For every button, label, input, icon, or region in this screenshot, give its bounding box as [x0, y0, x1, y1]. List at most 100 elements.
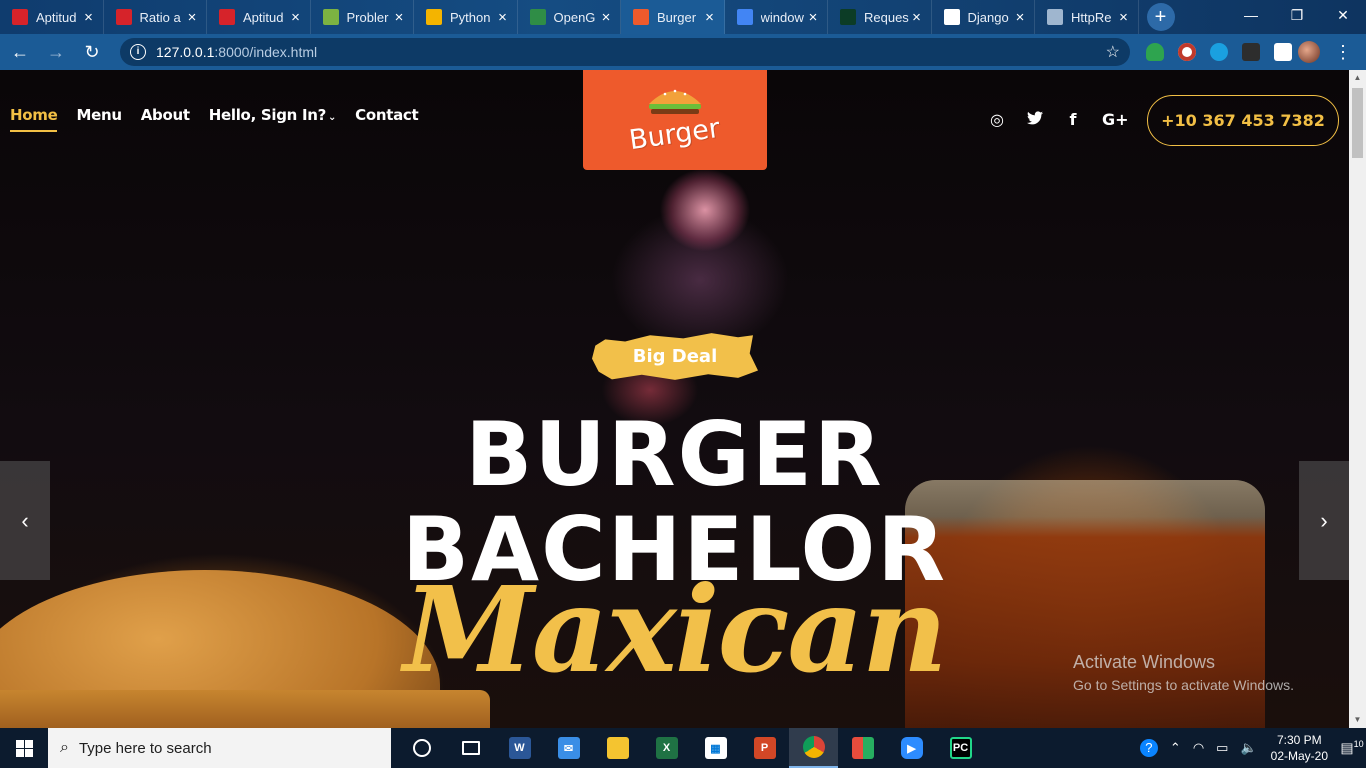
- tab-title: window: [760, 9, 804, 25]
- forward-icon[interactable]: →: [40, 42, 72, 63]
- browser-tab[interactable]: Probler ×: [311, 0, 414, 34]
- browser-tab[interactable]: Python ×: [414, 0, 518, 34]
- help-icon[interactable]: ?: [1139, 739, 1158, 757]
- django-icon: [840, 9, 856, 25]
- notification-center-icon[interactable]: ▤10: [1338, 739, 1366, 757]
- new-tab-button[interactable]: +: [1146, 3, 1175, 31]
- browser-tab[interactable]: Burger ×: [621, 0, 725, 34]
- extensions-area: [1146, 43, 1292, 61]
- menu-kebab-icon[interactable]: ⋮: [1334, 42, 1352, 63]
- site-info-icon[interactable]: i: [130, 44, 146, 60]
- main-nav: Home Menu About Hello, Sign In? ⌄ Contact: [10, 106, 419, 132]
- tab-title: Ratio a: [139, 9, 181, 25]
- pycharm-icon[interactable]: PC: [936, 728, 985, 768]
- cortana-icon[interactable]: [397, 728, 446, 768]
- twitter-icon[interactable]: [1026, 110, 1044, 129]
- browser-tab[interactable]: Django ×: [932, 0, 1035, 34]
- taskbar-apps: W ✉ X ▦ P ▶ PC: [397, 728, 985, 768]
- slider-prev-button[interactable]: ‹: [0, 461, 50, 580]
- close-window-button[interactable]: ✕: [1320, 0, 1366, 30]
- close-tab-icon[interactable]: ×: [702, 9, 718, 26]
- nav-sign-in-label: Hello, Sign In?: [208, 106, 327, 124]
- logo-text: Burger: [627, 112, 723, 156]
- close-tab-icon[interactable]: ×: [909, 9, 925, 26]
- close-tab-icon[interactable]: ×: [805, 9, 821, 26]
- close-tab-icon[interactable]: ×: [288, 9, 304, 26]
- chevron-up-icon[interactable]: ⌃: [1170, 740, 1181, 756]
- nav-contact[interactable]: Contact: [355, 106, 419, 132]
- search-placeholder: Type here to search: [78, 739, 212, 757]
- file-explorer-icon[interactable]: [593, 728, 642, 768]
- browser-tab[interactable]: Aptitud ×: [207, 0, 311, 34]
- restore-button[interactable]: ❐: [1274, 0, 1320, 30]
- minimize-button[interactable]: —: [1228, 0, 1274, 30]
- browser-tab[interactable]: Reques ×: [828, 0, 932, 34]
- wifi-icon[interactable]: ◠: [1193, 740, 1204, 756]
- nav-about[interactable]: About: [141, 106, 190, 132]
- scroll-up-icon[interactable]: ▲: [1349, 70, 1366, 86]
- big-deal-badge: Big Deal: [592, 333, 758, 380]
- word-icon[interactable]: W: [495, 728, 544, 768]
- task-view-icon[interactable]: [446, 728, 495, 768]
- geeksforgeeks-icon: [529, 9, 546, 25]
- taskbar-clock[interactable]: 7:30 PM 02-May-20: [1271, 732, 1328, 764]
- start-button[interactable]: [0, 728, 48, 768]
- taskbar-search[interactable]: ⌕ Type here to search: [48, 728, 391, 768]
- zoom-icon[interactable]: ▶: [887, 728, 936, 768]
- url-host: 127.0.0.1: [156, 44, 215, 60]
- site-logo[interactable]: Burger: [583, 70, 767, 170]
- browser-tab[interactable]: OpenG ×: [518, 0, 621, 34]
- browser-tab[interactable]: Ratio a ×: [104, 0, 207, 34]
- store-icon[interactable]: ▦: [691, 728, 740, 768]
- phone-button[interactable]: +10 367 453 7382: [1147, 95, 1339, 146]
- windows-logo-icon: [15, 739, 33, 757]
- volume-icon[interactable]: 🔈: [1240, 740, 1256, 756]
- back-icon[interactable]: ←: [4, 42, 36, 63]
- instagram-icon[interactable]: ◎: [988, 110, 1006, 129]
- address-bar[interactable]: i 127.0.0.1:8000/index.html ☆: [120, 38, 1130, 66]
- headline-line-1: BURGER: [465, 403, 884, 506]
- indiabix-icon: [219, 9, 235, 25]
- facebook-icon[interactable]: f: [1064, 110, 1082, 129]
- profile-avatar[interactable]: [1298, 41, 1320, 63]
- search-icon: ⌕: [60, 739, 69, 756]
- nav-home[interactable]: Home: [10, 106, 58, 132]
- mail-icon[interactable]: ✉: [544, 728, 593, 768]
- close-tab-icon[interactable]: ×: [391, 9, 407, 26]
- excel-icon[interactable]: X: [642, 728, 691, 768]
- google-icon: [736, 9, 753, 25]
- close-tab-icon[interactable]: ×: [598, 9, 614, 26]
- close-tab-icon[interactable]: ×: [495, 9, 511, 26]
- app-grid-icon[interactable]: [838, 728, 887, 768]
- chevron-left-icon: ‹: [21, 507, 29, 533]
- pdf-extension-icon[interactable]: [1242, 43, 1260, 61]
- page-viewport: Home Menu About Hello, Sign In? ⌄ Contact…: [0, 70, 1349, 728]
- reload-icon[interactable]: ↻: [76, 42, 108, 63]
- nav-menu[interactable]: Menu: [76, 106, 122, 132]
- globe-icon: [1047, 9, 1063, 25]
- text-extension-icon[interactable]: [1274, 43, 1292, 61]
- chrome-icon[interactable]: [789, 728, 838, 768]
- browser-tab[interactable]: Aptitud ×: [0, 0, 104, 34]
- bookmark-star-icon[interactable]: ☆: [1106, 42, 1120, 62]
- slider-next-button[interactable]: ›: [1299, 461, 1349, 580]
- chat-extension-icon[interactable]: [1210, 43, 1228, 61]
- powerpoint-icon[interactable]: P: [740, 728, 789, 768]
- scrollbar-thumb[interactable]: [1352, 88, 1363, 158]
- battery-icon[interactable]: ▭: [1216, 740, 1228, 756]
- shield-extension-icon[interactable]: [1146, 43, 1164, 61]
- chevron-down-icon: ⌄: [328, 112, 337, 123]
- indiabix-icon: [115, 9, 132, 25]
- tab-title: Reques: [864, 9, 909, 25]
- browser-tab[interactable]: window ×: [725, 0, 828, 34]
- close-tab-icon[interactable]: ×: [184, 9, 200, 26]
- block-extension-icon[interactable]: [1178, 43, 1196, 61]
- nav-sign-in[interactable]: Hello, Sign In? ⌄: [208, 106, 337, 132]
- page-scrollbar[interactable]: ▲ ▼: [1349, 70, 1366, 728]
- close-tab-icon[interactable]: ×: [1012, 9, 1028, 26]
- close-tab-icon[interactable]: ×: [81, 9, 97, 26]
- google-plus-icon[interactable]: G+: [1102, 110, 1129, 129]
- browser-tab[interactable]: HttpRe ×: [1035, 0, 1139, 34]
- scroll-down-icon[interactable]: ▼: [1349, 712, 1366, 728]
- close-tab-icon[interactable]: ×: [1116, 9, 1132, 26]
